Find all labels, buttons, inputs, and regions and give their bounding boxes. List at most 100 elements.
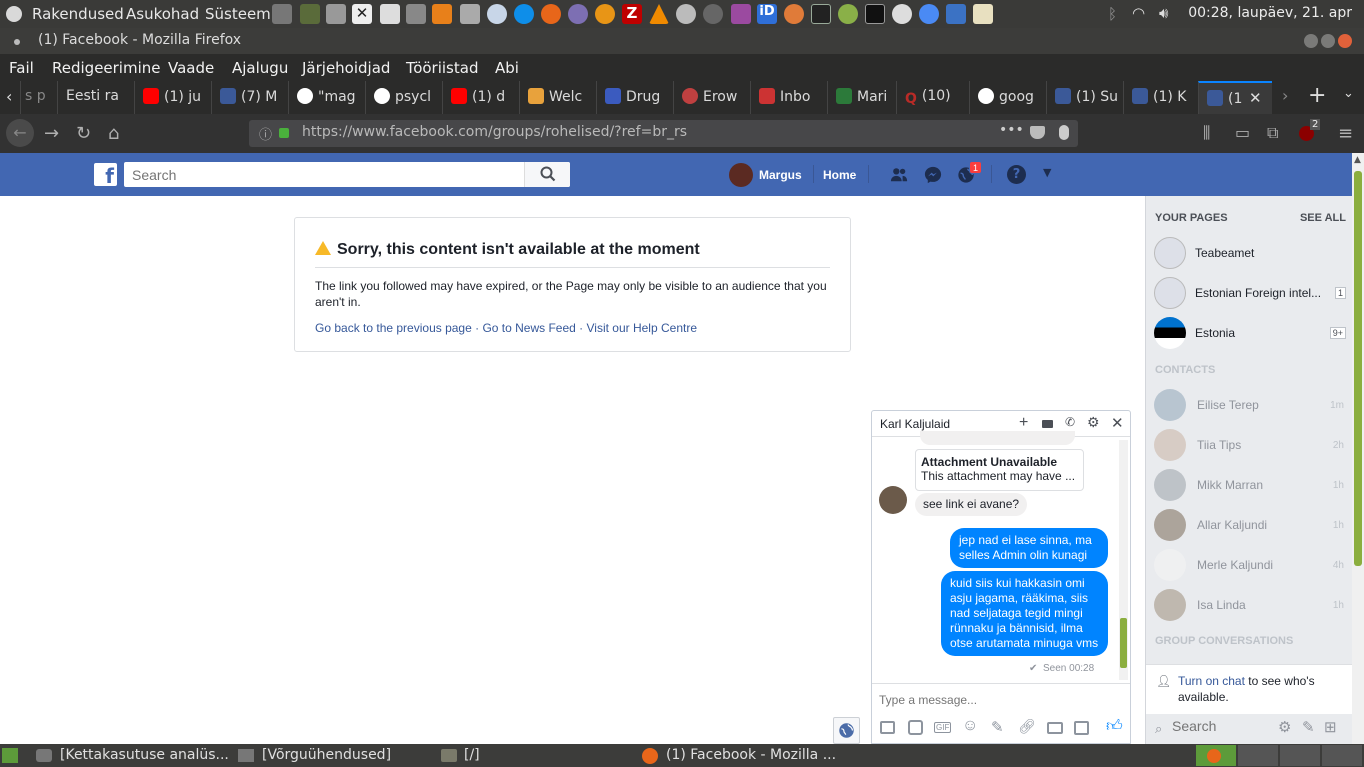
library-icon[interactable]: ⫼ — [1203, 123, 1210, 143]
turn-on-chat-link[interactable]: Turn on chat — [1178, 674, 1245, 688]
xmarks-icon[interactable] — [595, 4, 615, 24]
tab[interactable]: Inbo — [750, 81, 826, 114]
emoji-icon[interactable]: ☺ — [962, 717, 978, 735]
reload-button[interactable]: ↻ — [76, 123, 91, 144]
profile-avatar[interactable] — [729, 163, 753, 187]
thumbs-up-icon[interactable]: 👍︎ — [1106, 717, 1123, 736]
fb-search-button[interactable] — [524, 162, 570, 187]
vlc-icon[interactable] — [649, 4, 669, 24]
notes-icon[interactable] — [973, 4, 993, 24]
window-maximize-button[interactable] — [1321, 34, 1335, 48]
show-desktop-icon[interactable] — [2, 748, 18, 763]
image-upload-icon[interactable] — [880, 721, 895, 734]
tab[interactable]: s p — [20, 81, 56, 114]
screenshot-icon[interactable]: ⧉ — [1267, 123, 1278, 143]
url-text[interactable]: https://www.facebook.com/groups/rohelise… — [302, 124, 687, 140]
spreadsheet-icon[interactable] — [946, 4, 966, 24]
attachment-card[interactable]: Attachment Unavailable This attachment m… — [915, 449, 1084, 491]
forward-button[interactable]: → — [44, 123, 59, 144]
see-all-link[interactable]: SEE ALL — [1300, 212, 1346, 224]
url-bar[interactable]: ⓘ https://www.facebook.com/groups/roheli… — [249, 120, 1078, 147]
tab[interactable]: Drug — [596, 81, 672, 114]
camera-icon[interactable] — [1047, 722, 1063, 734]
sticker-icon[interactable] — [908, 720, 923, 735]
back-button[interactable]: ← — [6, 119, 34, 147]
menu-help[interactable]: Abi — [495, 59, 519, 77]
rss-icon[interactable] — [432, 4, 452, 24]
filezilla-icon[interactable]: Z — [622, 4, 642, 24]
contact-item[interactable]: Eilise Terep 1m — [1154, 389, 1346, 423]
new-group-icon[interactable]: ⊞ — [1324, 718, 1337, 736]
window-minimize-button[interactable] — [1304, 34, 1318, 48]
menu-edit[interactable]: Redigeerimine — [52, 59, 161, 77]
ghost-icon[interactable] — [568, 4, 588, 24]
system-clock[interactable]: 00:28, laupäev, 21. apr — [1188, 5, 1352, 21]
hamburger-menu-icon[interactable]: ≡ — [1338, 123, 1353, 144]
cloud-icon[interactable] — [487, 4, 507, 24]
facebook-logo-icon[interactable]: f — [94, 163, 117, 188]
fb-search-input[interactable] — [124, 162, 570, 187]
contact-item[interactable]: Tiia Tips 2h — [1154, 429, 1346, 463]
menu-file[interactable]: Fail — [9, 59, 34, 77]
chat-globe-button[interactable] — [833, 717, 860, 744]
contact-item[interactable]: Merle Kaljundi 4h — [1154, 549, 1346, 583]
taskbar-item-files[interactable]: [/] — [464, 747, 480, 763]
disk-icon[interactable] — [892, 4, 912, 24]
android-icon[interactable] — [838, 4, 858, 24]
wifi-icon[interactable]: ◠ — [1132, 4, 1145, 22]
scroll-tabs-left-icon[interactable]: ‹ — [6, 87, 12, 106]
page-scrollbar-thumb[interactable] — [1354, 171, 1362, 566]
page-item[interactable]: Estonian Foreign intel... 1 — [1154, 277, 1346, 311]
extension-icon[interactable] — [1059, 125, 1069, 140]
volume-icon[interactable]: 🔊︎ — [1159, 4, 1168, 22]
games-icon[interactable] — [1074, 721, 1089, 735]
contact-item[interactable]: Mikk Marran 1h — [1154, 469, 1346, 503]
scroll-up-icon[interactable]: ▲ — [1354, 155, 1361, 165]
attach-file-icon[interactable]: ✎ — [991, 718, 1004, 736]
message-input[interactable] — [879, 693, 1119, 707]
page-item[interactable]: Teabeamet — [1154, 237, 1346, 271]
tab[interactable]: (1) ju — [134, 81, 210, 114]
terminal-icon[interactable] — [865, 4, 885, 24]
menu-tools[interactable]: Tööriistad — [406, 59, 478, 77]
workspace-slot[interactable] — [1322, 745, 1362, 766]
home-link[interactable]: Home — [823, 168, 856, 182]
tab[interactable]: (1) K — [1123, 81, 1197, 114]
new-tab-icon[interactable]: + — [1308, 83, 1326, 108]
home-button[interactable]: ⌂ — [108, 123, 119, 144]
page-scrollbar[interactable]: ▲ — [1352, 153, 1364, 744]
sidebar-icon[interactable]: ▭ — [1235, 123, 1250, 142]
page-actions-icon[interactable]: ••• — [999, 122, 1024, 138]
gif-icon[interactable]: GIF — [934, 722, 952, 733]
app-launcher-icon[interactable] — [300, 4, 320, 24]
ubuntu-logo-icon[interactable] — [6, 6, 22, 22]
tab[interactable]: "mag — [288, 81, 364, 114]
new-message-icon[interactable]: ✎ — [1302, 718, 1315, 736]
pocket-icon[interactable] — [1030, 126, 1045, 139]
close-x-icon[interactable]: ✕ — [352, 4, 372, 24]
system-menu-system[interactable]: Süsteem — [205, 5, 271, 23]
add-people-icon[interactable]: + — [1019, 414, 1028, 432]
text-editor-icon[interactable] — [380, 4, 400, 24]
page-item[interactable]: Estonia 9+ — [1154, 317, 1346, 351]
lock-icon[interactable] — [279, 128, 289, 138]
tab[interactable]: Erow — [673, 81, 749, 114]
pie-chart-icon[interactable] — [784, 4, 804, 24]
help-icon[interactable]: ? — [1007, 165, 1026, 184]
workspace-slot[interactable] — [1238, 745, 1278, 766]
tab[interactable]: (1) Su — [1046, 81, 1122, 114]
menu-view[interactable]: Vaade — [168, 59, 214, 77]
help-centre-link[interactable]: Visit our Help Centre — [587, 321, 698, 335]
tab[interactable]: Welc — [519, 81, 595, 114]
taskbar-item-network[interactable]: [Võrguühendused] — [262, 747, 391, 763]
contact-item[interactable]: Isa Linda 1h — [1154, 589, 1346, 623]
chat-scrollbar[interactable] — [1119, 440, 1128, 680]
taskbar-item-disk-usage[interactable]: [Kettakasutuse analüs... — [60, 747, 229, 763]
menu-bookmarks[interactable]: Järjehoidjad — [302, 59, 390, 77]
system-menu-applications[interactable]: Rakendused — [32, 5, 124, 23]
voice-call-icon[interactable]: ✆ — [1065, 415, 1075, 429]
friend-requests-icon[interactable] — [888, 166, 910, 184]
tab[interactable]: goog — [969, 81, 1045, 114]
chromium-icon[interactable] — [919, 4, 939, 24]
id-icon[interactable]: iD — [757, 4, 777, 24]
